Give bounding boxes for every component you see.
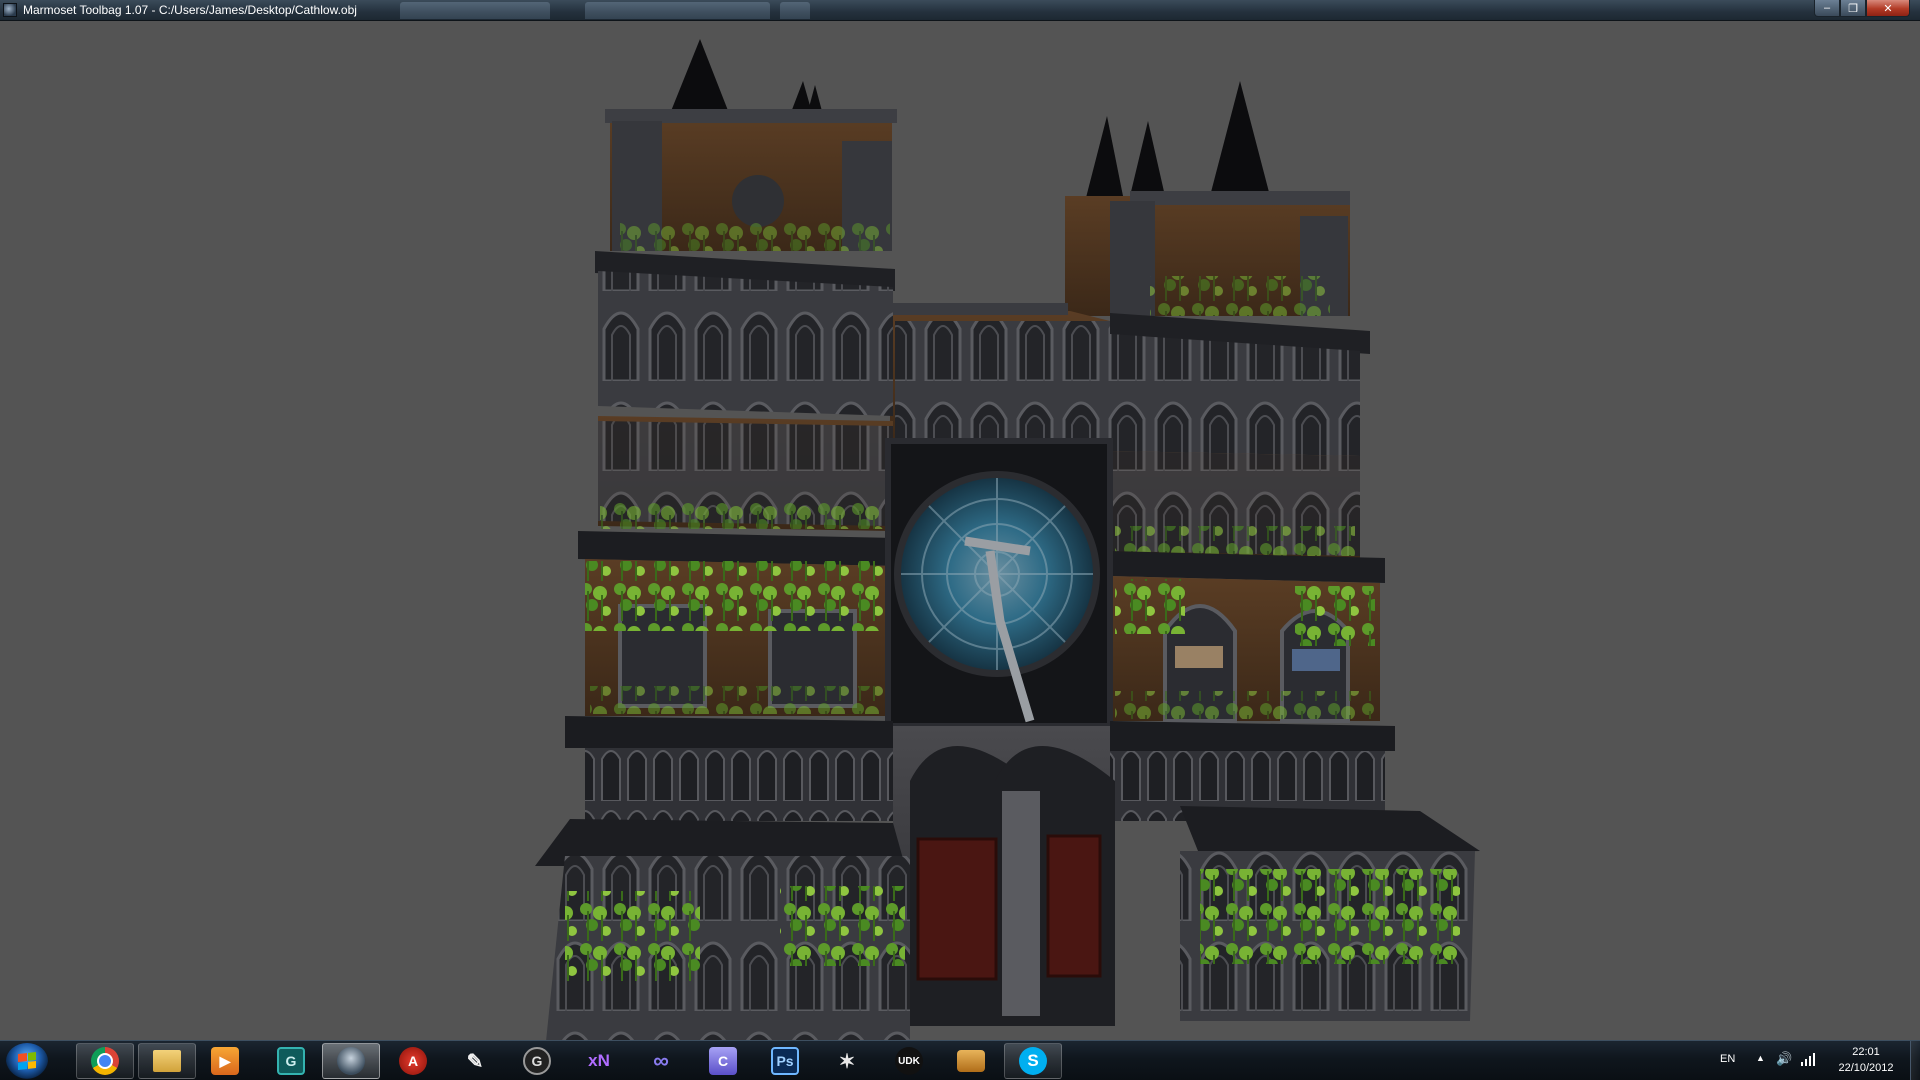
crazybump-icon: C: [709, 1047, 737, 1075]
brush-icon: ✎: [466, 1050, 484, 1073]
minimize-button[interactable]: –: [1814, 0, 1840, 17]
taskbar-item-media-player[interactable]: ▶: [196, 1043, 254, 1079]
marmoset-icon: [337, 1047, 365, 1075]
left-door: [916, 837, 998, 981]
clock-date[interactable]: 22/10/2012: [1820, 1062, 1912, 1074]
taskbar: ▶ G A ✎ G xN ∞ C Ps ✶ UDK S EN ▲ 🔊 22:01…: [0, 1040, 1920, 1080]
udk-icon: UDK: [895, 1047, 923, 1075]
folder-icon: [153, 1050, 181, 1072]
archive-icon: [957, 1050, 985, 1072]
taskbar-item-explorer[interactable]: [138, 1043, 196, 1079]
trumeau-pillar: [1002, 791, 1040, 1016]
left-colonnade: [585, 748, 893, 821]
central-arcade: [895, 321, 1110, 451]
taskbar-item-xnormal[interactable]: xN: [570, 1043, 628, 1079]
right-door: [1046, 834, 1102, 978]
3d-viewport[interactable]: [0, 21, 1920, 1040]
taskbar-item-3ds-max-2[interactable]: G: [508, 1043, 566, 1079]
windows-logo-icon: [18, 1052, 36, 1070]
taskbar-item-acrobat[interactable]: A: [384, 1043, 442, 1079]
max-icon: G: [277, 1047, 305, 1075]
marmoset-app-icon[interactable]: [3, 3, 17, 17]
background-window-tab: [585, 2, 770, 19]
background-window-tab: [400, 2, 550, 19]
left-arcade-upper: [598, 271, 893, 416]
window-title: Marmoset Toolbag 1.07 - C:/Users/James/D…: [23, 3, 357, 17]
taskbar-item-chrome[interactable]: [76, 1043, 134, 1079]
infinity-icon: ∞: [653, 1048, 669, 1073]
close-button[interactable]: ✕: [1866, 0, 1910, 17]
right-tower-top: [1065, 191, 1350, 316]
play-icon: ▶: [211, 1047, 239, 1075]
photoshop-icon: Ps: [771, 1047, 799, 1075]
start-button[interactable]: [6, 1043, 48, 1079]
chrome-icon: [91, 1047, 119, 1075]
taskbar-item-zbrush[interactable]: ✶: [818, 1043, 876, 1079]
taskbar-item-paint-tool[interactable]: ✎: [446, 1043, 504, 1079]
taskbar-item-skype[interactable]: S: [1004, 1043, 1062, 1079]
clock-time[interactable]: 22:01: [1820, 1046, 1912, 1058]
taskbar-item-pipeline-tool[interactable]: ∞: [632, 1043, 690, 1079]
ivy-left-upper: [585, 561, 890, 631]
ivy-left-lower: [565, 891, 700, 981]
zbrush-icon: ✶: [838, 1050, 856, 1073]
skype-icon: S: [1019, 1047, 1047, 1075]
taskbar-item-photoshop[interactable]: Ps: [756, 1043, 814, 1079]
show-hidden-icons-button[interactable]: ▲: [1756, 1053, 1765, 1063]
taskbar-item-crazybump[interactable]: C: [694, 1043, 752, 1079]
xnormal-icon: xN: [588, 1051, 610, 1070]
network-icon[interactable]: [1800, 1052, 1816, 1066]
acrobat-icon: A: [399, 1047, 427, 1075]
title-bar[interactable]: Marmoset Toolbag 1.07 - C:/Users/James/D…: [0, 0, 1920, 21]
taskbar-item-marmoset-toolbag[interactable]: [322, 1043, 380, 1079]
right-awning: [1180, 806, 1480, 856]
taskbar-item-3ds-max[interactable]: G: [262, 1043, 320, 1079]
language-indicator[interactable]: EN: [1720, 1053, 1735, 1065]
left-tower-top: [605, 109, 897, 251]
volume-icon[interactable]: 🔊: [1776, 1051, 1792, 1067]
show-desktop-button[interactable]: [1910, 1041, 1920, 1080]
maximize-button[interactable]: ❐: [1840, 0, 1866, 17]
taskbar-item-archive[interactable]: [942, 1043, 1000, 1079]
cathedral-model-render: [535, 39, 1480, 1040]
taskbar-item-udk[interactable]: UDK: [880, 1043, 938, 1079]
max-icon: G: [523, 1047, 551, 1075]
right-arcade-upper: [1110, 334, 1360, 456]
ivy-right-lower: [1200, 869, 1460, 964]
background-window-tab: [780, 2, 810, 19]
